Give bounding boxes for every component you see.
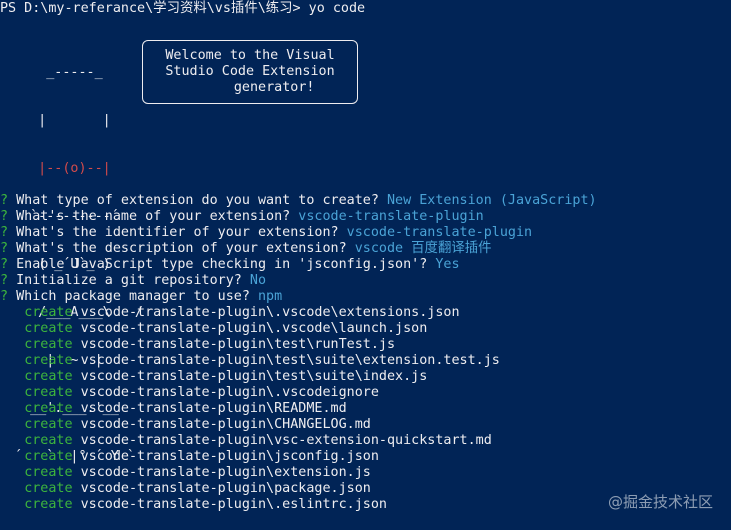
question-answer: npm xyxy=(257,289,283,304)
question-text: Which package manager to use? xyxy=(16,289,250,304)
created-file-path: vscode-translate-plugin\.vscode\launch.j… xyxy=(80,321,428,336)
created-file-path: vscode-translate-plugin\.eslintrc.json xyxy=(80,497,387,512)
question-text: Enable JavaScript type checking in 'jsco… xyxy=(16,257,428,272)
created-file-row: create vscode-translate-plugin\README.md xyxy=(0,401,347,417)
question-text: What's the description of your extension… xyxy=(16,241,347,256)
create-verb: create xyxy=(24,353,73,368)
created-file-path: vscode-translate-plugin\vsc-extension-qu… xyxy=(80,433,492,448)
created-file-row: create vscode-translate-plugin\test\runT… xyxy=(0,337,395,353)
created-file-path: vscode-translate-plugin\extension.js xyxy=(80,465,371,480)
create-verb: create xyxy=(24,449,73,464)
question-row: ? What's the description of your extensi… xyxy=(0,241,492,257)
created-file-row: create vscode-translate-plugin\.vscodeig… xyxy=(0,385,379,401)
logo-line-0: _-----_ xyxy=(14,65,143,80)
created-file-row: create vscode-translate-plugin\test\suit… xyxy=(0,369,427,385)
create-verb: create xyxy=(24,369,73,384)
question-row: ? Enable JavaScript type checking in 'js… xyxy=(0,257,460,273)
question-text: What type of extension do you want to cr… xyxy=(16,193,379,208)
create-verb: create xyxy=(24,417,73,432)
create-verb: create xyxy=(24,433,73,448)
created-file-row: create vscode-translate-plugin\jsconfig.… xyxy=(0,449,379,465)
logo-line-1: | | xyxy=(14,113,143,128)
created-file-path: vscode-translate-plugin\test\runTest.js xyxy=(80,337,396,352)
created-file-path: vscode-translate-plugin\README.md xyxy=(80,401,347,416)
question-mark-icon: ? xyxy=(0,273,9,288)
welcome-text: Welcome to the Visual Studio Code Extens… xyxy=(165,48,335,95)
created-file-row: create vscode-translate-plugin\.vscode\l… xyxy=(0,321,427,337)
create-verb: create xyxy=(24,321,73,336)
question-row: ? Initialize a git repository? No xyxy=(0,273,266,289)
watermark: @掘金技术社区 xyxy=(607,493,713,511)
created-file-row: create vscode-translate-plugin\package.j… xyxy=(0,481,371,497)
prompt-line: PS D:\my-referance\学习资料\vs插件\练习> yo code xyxy=(0,1,366,16)
question-mark-icon: ? xyxy=(0,209,9,224)
powershell-terminal[interactable]: PS D:\my-referance\学习资料\vs插件\练习> yo code… xyxy=(0,0,731,530)
create-verb: create xyxy=(24,305,73,320)
create-verb: create xyxy=(24,481,73,496)
question-answer: No xyxy=(249,273,267,288)
question-text: What's the identifier of your extension? xyxy=(16,225,339,240)
created-file-row: create vscode-translate-plugin\CHANGELOG… xyxy=(0,417,371,433)
question-mark-icon: ? xyxy=(0,193,9,208)
create-verb: create xyxy=(24,337,73,352)
created-file-path: vscode-translate-plugin\.vscodeignore xyxy=(80,385,379,400)
created-file-path: vscode-translate-plugin\package.json xyxy=(80,481,371,496)
created-file-row: create vscode-translate-plugin\extension… xyxy=(0,465,371,481)
question-answer: vscode-translate-plugin xyxy=(346,225,533,240)
created-file-row: create vscode-translate-plugin\.vscode\e… xyxy=(0,305,460,321)
create-verb: create xyxy=(24,465,73,480)
created-file-path: vscode-translate-plugin\test\suite\index… xyxy=(80,369,428,384)
create-verb: create xyxy=(24,497,73,512)
question-row: ? What's the name of your extension? vsc… xyxy=(0,209,484,225)
created-file-path: vscode-translate-plugin\test\suite\exten… xyxy=(80,353,500,368)
question-answer: Yes xyxy=(435,257,460,272)
created-file-path: vscode-translate-plugin\jsconfig.json xyxy=(80,449,379,464)
question-answer: New Extension (JavaScript) xyxy=(386,193,597,208)
create-verb: create xyxy=(24,385,73,400)
question-answer: vscode 百度翻译插件 xyxy=(354,241,492,256)
question-mark-icon: ? xyxy=(0,241,9,256)
question-mark-icon: ? xyxy=(0,257,9,272)
question-mark-icon: ? xyxy=(0,225,9,240)
logo-line-2: |--(o)--| xyxy=(14,161,143,176)
created-file-row: create vscode-translate-plugin\vsc-exten… xyxy=(0,433,492,449)
question-text: What's the name of your extension? xyxy=(16,209,291,224)
question-row: ? What's the identifier of your extensio… xyxy=(0,225,532,241)
created-file-row: create vscode-translate-plugin\test\suit… xyxy=(0,353,500,369)
question-text: Initialize a git repository? xyxy=(16,273,242,288)
question-row: ? Which package manager to use? npm xyxy=(0,289,282,305)
question-mark-icon: ? xyxy=(0,289,9,304)
create-verb: create xyxy=(24,401,73,416)
question-row: ? What type of extension do you want to … xyxy=(0,193,597,209)
created-file-path: vscode-translate-plugin\CHANGELOG.md xyxy=(80,417,371,432)
created-file-row: create vscode-translate-plugin\.eslintrc… xyxy=(0,497,387,513)
question-answer: vscode-translate-plugin xyxy=(298,209,484,224)
created-file-path: vscode-translate-plugin\.vscode\extensio… xyxy=(80,305,460,320)
